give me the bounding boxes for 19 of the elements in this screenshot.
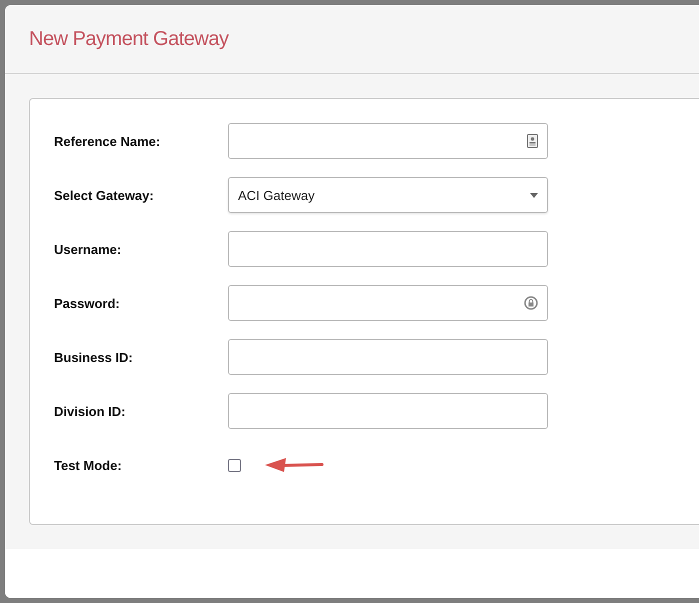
field-label: Select Gateway: <box>54 188 155 202</box>
contact-card-icon <box>527 134 538 148</box>
checkbox[interactable] <box>228 458 241 472</box>
input-field[interactable] <box>228 393 548 429</box>
input-field[interactable] <box>228 231 548 267</box>
input-field[interactable] <box>228 285 548 321</box>
arrow-annotation <box>264 456 324 474</box>
gateway-dropdown[interactable]: ACI Gateway <box>228 177 548 213</box>
dialog-title: New Payment Gateway <box>29 28 228 50</box>
field-label: Reference Name: <box>54 134 162 148</box>
caret-icon <box>530 192 538 198</box>
field-label: Test Mode: <box>54 458 123 472</box>
input-field[interactable] <box>228 339 548 375</box>
field-label: Division ID: <box>54 404 127 418</box>
field-label: Business ID: <box>54 350 134 364</box>
field-label: Password: <box>54 296 121 310</box>
field-label: Username: <box>54 242 122 256</box>
input-field[interactable] <box>228 123 548 159</box>
lock-icon <box>524 296 538 310</box>
